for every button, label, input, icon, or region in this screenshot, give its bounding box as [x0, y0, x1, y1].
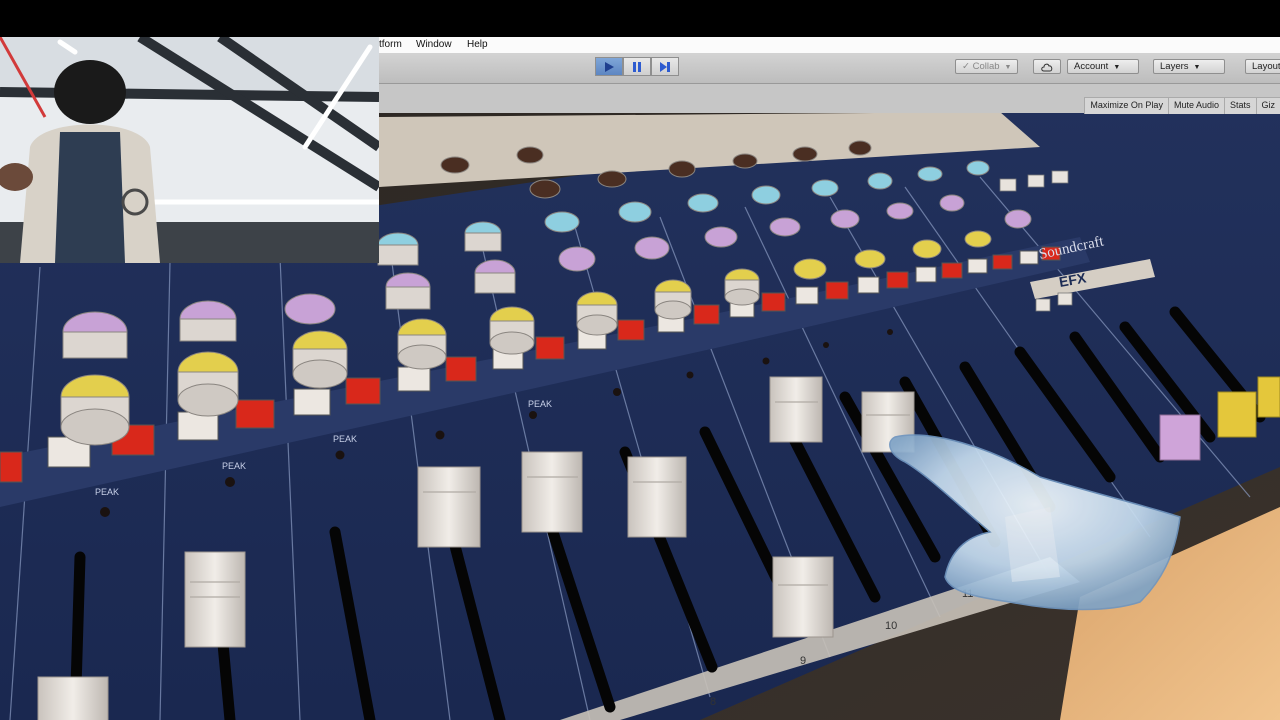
- menu-help[interactable]: Help: [467, 37, 488, 53]
- dropdown-icon: ▼: [1004, 64, 1012, 71]
- game-view-header: Maximize On Play Mute Audio Stats Giz: [379, 84, 1280, 114]
- mute-audio-toggle[interactable]: Mute Audio: [1167, 98, 1224, 114]
- peak-label: PEAK: [95, 487, 119, 497]
- dropdown-icon: ▼: [1113, 64, 1121, 71]
- step-icon: [660, 61, 670, 72]
- play-button[interactable]: [595, 57, 623, 76]
- layout-dropdown[interactable]: Layout▼: [1245, 59, 1280, 74]
- pause-icon: [633, 61, 641, 72]
- unity-editor-chrome: tform Window Help ✓ Collab ▼ Account ▼ L…: [379, 37, 1280, 114]
- dropdown-icon: ▼: [1193, 64, 1201, 71]
- toolbar: ✓ Collab▼ Account▼ Layers▼ Layout▼: [379, 53, 1280, 84]
- pause-button[interactable]: [623, 57, 651, 76]
- menu-window[interactable]: Window: [416, 37, 452, 53]
- menu-platform[interactable]: tform: [379, 37, 402, 53]
- peak-label: PEAK: [528, 399, 552, 409]
- webcam-overlay: [0, 37, 379, 263]
- step-button[interactable]: [651, 57, 679, 76]
- cloud-button[interactable]: [1033, 59, 1061, 74]
- account-dropdown[interactable]: Account ▼: [1067, 59, 1139, 74]
- channel-number: 9: [800, 655, 806, 667]
- channel-number: 10: [885, 620, 897, 632]
- game-view-toolbar: Maximize On Play Mute Audio Stats Giz: [1084, 97, 1280, 114]
- collab-button[interactable]: ✓ Collab ▼: [955, 59, 1019, 74]
- stats-toggle[interactable]: Stats: [1223, 98, 1256, 114]
- play-controls: [595, 57, 681, 76]
- layers-dropdown[interactable]: Layers ▼: [1153, 59, 1225, 74]
- cloud-icon: [1041, 63, 1053, 72]
- maximize-on-play-toggle[interactable]: Maximize On Play: [1084, 98, 1168, 114]
- play-icon: [605, 61, 614, 72]
- peak-label: PEAK: [222, 461, 246, 471]
- gizmos-dropdown[interactable]: Giz: [1255, 98, 1280, 114]
- checkmark-icon: ✓: [962, 61, 973, 72]
- channel-number: 8: [710, 696, 716, 708]
- peak-label: PEAK: [333, 434, 357, 444]
- menu-bar: tform Window Help: [379, 37, 1280, 53]
- letterbox-top: [0, 0, 1280, 37]
